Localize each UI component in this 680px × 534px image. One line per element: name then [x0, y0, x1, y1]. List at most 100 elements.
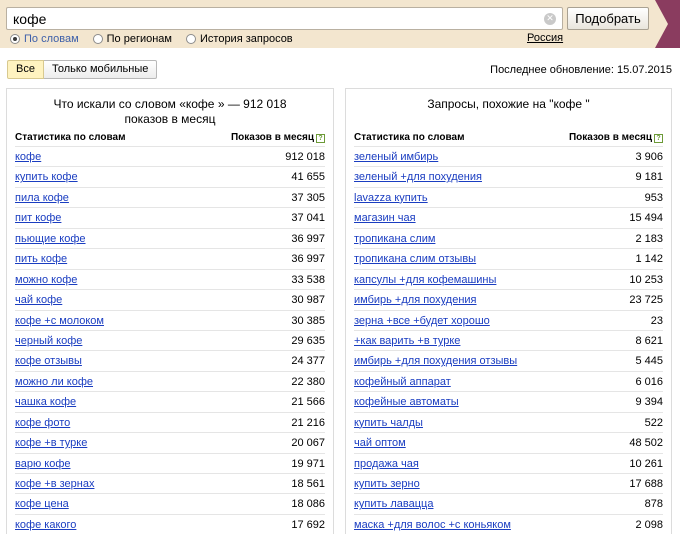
filter-mobile-button[interactable]: Только мобильные — [43, 60, 158, 79]
filter-all-button[interactable]: Все — [7, 60, 44, 79]
submit-button[interactable]: Подобрать — [567, 7, 649, 30]
table-row: кофе +в зернах 18 561 — [15, 473, 325, 493]
col-header-count: Показов в месяц? — [231, 132, 325, 143]
query-link[interactable]: пила кофе — [15, 192, 69, 204]
table-row: продажа чая 10 261 — [354, 452, 663, 473]
search-field[interactable]: ✕ — [6, 7, 563, 30]
impressions-count: 8 621 — [635, 334, 663, 347]
query-link[interactable]: черный кофе — [15, 335, 82, 347]
impressions-count: 48 502 — [629, 437, 663, 450]
query-link[interactable]: купить зерно — [354, 478, 420, 490]
query-link[interactable]: кофейный аппарат — [354, 376, 451, 388]
table-row: чай кофе 30 987 — [15, 289, 325, 309]
query-link[interactable]: кофе +с молоком — [15, 315, 104, 327]
region-link[interactable]: Россия — [527, 32, 563, 44]
table-row: кофе 912 018 — [15, 146, 325, 166]
query-link[interactable]: lavazza купить — [354, 192, 428, 204]
table-body: зеленый имбирь 3 906 зеленый +для похудени… — [354, 146, 663, 534]
table-row: варю кофе 19 971 — [15, 452, 325, 473]
table-row: можно ли кофе 22 380 — [15, 370, 325, 391]
query-link[interactable]: кофе фото — [15, 417, 70, 429]
impressions-count: 24 377 — [291, 355, 325, 368]
impressions-count: 1 142 — [635, 253, 663, 266]
table-header: Статистика по словам Показов в месяц? — [15, 132, 325, 144]
query-link[interactable]: купить кофе — [15, 171, 78, 183]
radio-by-regions[interactable]: По регионам — [92, 33, 172, 45]
radio-by-words[interactable]: По словам — [10, 33, 79, 45]
query-link[interactable]: тропикана слим отзывы — [354, 253, 476, 265]
table-row: можно кофе 33 538 — [15, 268, 325, 289]
query-link[interactable]: зеленый +для похудения — [354, 171, 482, 183]
table-row: пила кофе 37 305 — [15, 186, 325, 207]
table-row: кофе +с молоком 30 385 — [15, 309, 325, 330]
table-row: купить лавацца 878 — [354, 493, 663, 513]
col-header-query: Статистика по словам — [354, 132, 465, 143]
query-link[interactable]: имбирь +для похудения отзывы — [354, 355, 517, 367]
query-link[interactable]: можно ли кофе — [15, 376, 93, 388]
query-link[interactable]: пит кофе — [15, 212, 61, 224]
query-link[interactable]: кофе +в зернах — [15, 478, 94, 490]
impressions-count: 2 098 — [635, 518, 663, 531]
impressions-count: 21 216 — [291, 416, 325, 429]
help-icon[interactable]: ? — [316, 134, 325, 143]
table-row: зеленый имбирь 3 906 — [354, 146, 663, 166]
radio-icon[interactable] — [186, 34, 196, 44]
radio-label[interactable]: История запросов — [200, 33, 293, 45]
query-link[interactable]: чай оптом — [354, 437, 406, 449]
query-link[interactable]: маска +для волос +с коньяком — [354, 519, 511, 531]
radio-icon[interactable] — [92, 34, 103, 44]
query-link[interactable]: тропикана слим — [354, 233, 435, 245]
radio-label[interactable]: По регионам — [107, 33, 172, 45]
col-header-query: Статистика по словам — [15, 132, 126, 143]
impressions-count: 522 — [644, 416, 663, 429]
col-header-count: Показов в месяц? — [569, 132, 663, 143]
query-link[interactable]: купить чалды — [354, 417, 423, 429]
query-link[interactable]: кофе отзывы — [15, 355, 82, 367]
query-link[interactable]: кофейные автоматы — [354, 396, 459, 408]
query-link[interactable]: капсулы +для кофемашины — [354, 274, 496, 286]
query-link[interactable]: купить лавацца — [354, 498, 433, 510]
query-link[interactable]: +как варить +в турке — [354, 335, 460, 347]
table-row: пьющие кофе 36 997 — [15, 227, 325, 248]
query-link[interactable]: варю кофе — [15, 458, 70, 470]
clear-icon[interactable]: ✕ — [544, 13, 556, 25]
query-link[interactable]: зеленый имбирь — [354, 151, 438, 163]
help-icon[interactable]: ? — [654, 134, 663, 143]
table-row: магазин чая 15 494 — [354, 207, 663, 227]
query-link[interactable]: зерна +все +будет хорошо — [354, 315, 490, 327]
query-link[interactable]: пьющие кофе — [15, 233, 86, 245]
query-link[interactable]: кофе +в турке — [15, 437, 87, 449]
query-link[interactable]: чашка кофе — [15, 396, 76, 408]
table-row: имбирь +для похудения 23 725 — [354, 289, 663, 309]
query-link[interactable]: пить кофе — [15, 253, 67, 265]
impressions-count: 15 494 — [629, 212, 663, 225]
panel-title: Что искали со словом «кофе » — 912 018 п… — [7, 97, 333, 127]
query-link[interactable]: можно кофе — [15, 274, 77, 286]
last-updated: Последнее обновление: 15.07.2015 — [490, 64, 672, 76]
query-link[interactable]: чай кофе — [15, 294, 62, 306]
table-header: Статистика по словам Показов в месяц? — [354, 132, 663, 144]
impressions-count: 5 445 — [635, 355, 663, 368]
radio-label[interactable]: По словам — [24, 33, 79, 45]
search-input[interactable] — [13, 10, 543, 28]
query-link[interactable]: магазин чая — [354, 212, 416, 224]
impressions-count: 22 380 — [291, 375, 325, 388]
query-link[interactable]: кофе — [15, 151, 41, 163]
impressions-count: 6 016 — [635, 375, 663, 388]
panel-title-line2: показов в месяц — [124, 112, 216, 126]
table-body: кофе 912 018 купить кофе 41 655 пила кофе 37 … — [15, 146, 325, 534]
impressions-count: 29 635 — [291, 334, 325, 347]
radio-checked-icon[interactable] — [10, 34, 20, 44]
impressions-count: 912 018 — [285, 151, 325, 163]
radio-history[interactable]: История запросов — [186, 33, 293, 45]
query-link[interactable]: продажа чая — [354, 458, 419, 470]
query-link[interactable]: кофе цена — [15, 498, 69, 510]
query-link[interactable]: кофе какого — [15, 519, 76, 531]
impressions-count: 2 183 — [635, 232, 663, 245]
table-row: имбирь +для похудения отзывы 5 445 — [354, 350, 663, 370]
impressions-count: 37 305 — [291, 191, 325, 204]
panel-title-line1: Что искали со словом «кофе » — 912 018 — [53, 97, 287, 111]
impressions-count: 41 655 — [291, 171, 325, 184]
impressions-count: 17 692 — [291, 518, 325, 531]
query-link[interactable]: имбирь +для похудения — [354, 294, 477, 306]
